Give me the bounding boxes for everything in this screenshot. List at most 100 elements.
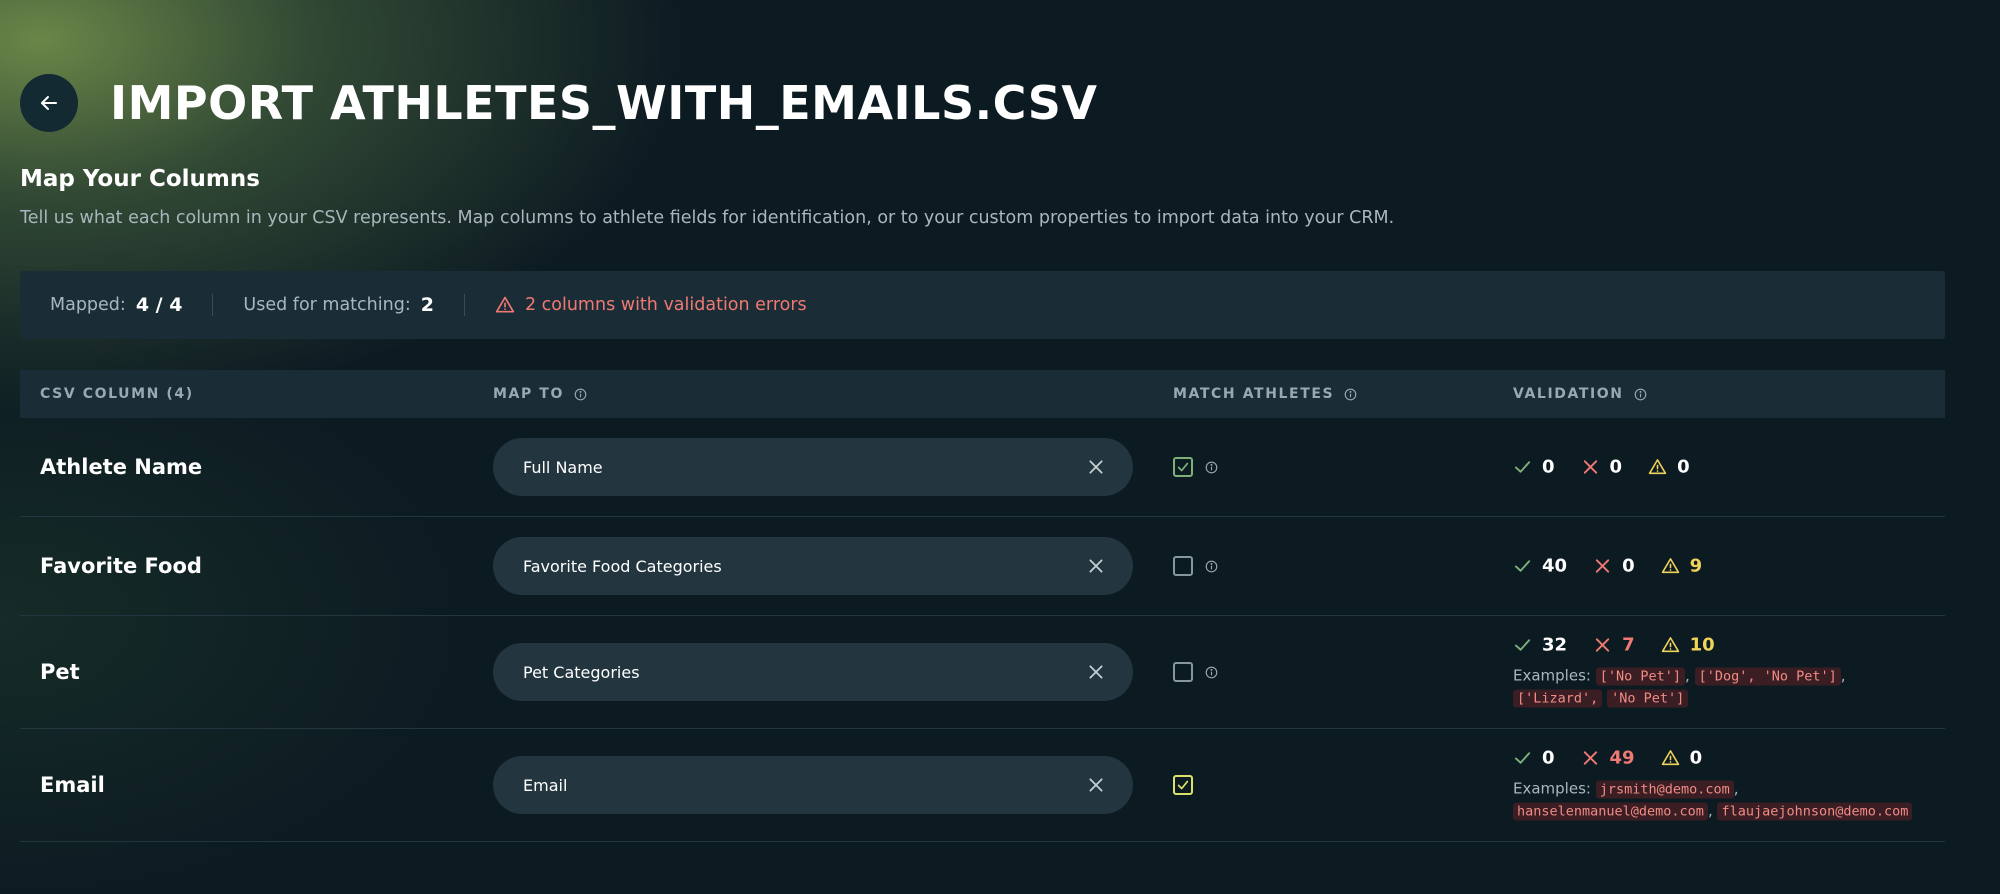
x-icon (1595, 638, 1610, 652)
divider (212, 294, 214, 316)
warning-count: 10 (1661, 635, 1715, 656)
example-value: ['Dog', 'No Pet'] (1694, 667, 1841, 686)
map-to-value: Favorite Food Categories (523, 556, 722, 576)
map-to-value: Email (523, 775, 568, 795)
match-athletes-cell (1173, 457, 1218, 477)
valid-count-value: 32 (1542, 634, 1568, 656)
warning-count-value: 0 (1689, 747, 1703, 769)
examples-label: Examples: (1513, 779, 1591, 798)
validation-cell: 40 0 9 (1513, 556, 1728, 577)
info-icon[interactable] (1205, 560, 1218, 573)
error-count-value: 7 (1622, 634, 1635, 656)
valid-count: 32 (1513, 635, 1567, 656)
close-icon[interactable] (1087, 458, 1105, 476)
csv-column-name: Pet (40, 660, 80, 684)
error-count: 7 (1593, 635, 1635, 656)
warning-triangle-icon (1648, 459, 1667, 475)
csv-column-name: Favorite Food (40, 554, 202, 578)
section-title: Map Your Columns (20, 166, 260, 192)
validation-examples: Examples: ['No Pet'], ['Dog', 'No Pet'],… (1513, 666, 1846, 708)
match-checkbox[interactable] (1173, 662, 1193, 682)
map-to-value: Full Name (523, 457, 603, 477)
example-value: hanselenmanuel@demo.com (1513, 802, 1708, 821)
match-checkbox[interactable] (1173, 775, 1193, 795)
match-checkbox[interactable] (1173, 556, 1193, 576)
info-icon[interactable] (1634, 388, 1647, 401)
close-icon[interactable] (1087, 557, 1105, 575)
matching-value: 2 (420, 294, 434, 316)
matching-summary: Used for matching: 2 (243, 294, 434, 316)
check-icon (1177, 780, 1189, 790)
arrow-left-icon (41, 96, 57, 110)
error-count-value: 49 (1609, 747, 1635, 769)
match-athletes-cell (1173, 662, 1218, 682)
validation-error-summary: 2 columns with validation errors (495, 295, 807, 315)
summary-bar: Mapped: 4 / 4 Used for matching: 2 2 col… (20, 271, 1945, 339)
valid-count: 0 (1513, 748, 1555, 769)
example-value: 'No Pet'] (1607, 689, 1689, 708)
info-icon[interactable] (574, 388, 587, 401)
header-label: VALIDATION (1513, 386, 1624, 402)
info-icon[interactable] (1205, 666, 1218, 679)
map-to-select[interactable]: Email (493, 756, 1133, 814)
map-to-select[interactable]: Full Name (493, 438, 1133, 496)
validation-counts: 32 7 10 (1513, 635, 1933, 656)
page-header: IMPORT ATHLETES_WITH_EMAILS.CSV (20, 74, 1097, 132)
valid-count-value: 0 (1542, 747, 1555, 769)
check-icon (1514, 752, 1531, 764)
examples-label: Examples: (1513, 666, 1591, 685)
warning-triangle-icon (1661, 637, 1679, 653)
warning-triangle-icon (495, 296, 515, 313)
mapping-table: CSV COLUMN (4) MAP TO MATCH ATHLETES VAL… (20, 370, 1945, 842)
csv-column-name: Athlete Name (40, 455, 203, 479)
warning-count-value: 10 (1689, 634, 1715, 656)
match-checkbox[interactable] (1173, 457, 1193, 477)
valid-count-value: 0 (1542, 456, 1555, 478)
warning-triangle-icon (1661, 750, 1679, 766)
example-value: ['No Pet'] (1595, 667, 1686, 686)
map-to-select[interactable]: Favorite Food Categories (493, 537, 1133, 595)
close-icon[interactable] (1087, 776, 1105, 794)
mapped-value: 4 / 4 (135, 294, 183, 316)
check-icon (1514, 461, 1531, 473)
x-icon (1583, 460, 1597, 474)
divider (463, 294, 465, 316)
table-row: Pet Pet Categories 32 7 10 Examples: ['N… (20, 616, 1945, 729)
table-row: Email Email 0 49 0 Examples: jrsmith@dem… (20, 729, 1945, 842)
validation-error-text: 2 columns with validation errors (524, 295, 807, 315)
error-count: 0 (1593, 556, 1635, 577)
csv-column-name: Email (40, 773, 105, 797)
match-athletes-cell (1173, 775, 1193, 795)
section-description: Tell us what each column in your CSV rep… (20, 208, 1395, 228)
close-icon[interactable] (1087, 663, 1105, 681)
error-count-value: 0 (1609, 456, 1623, 478)
match-athletes-cell (1173, 556, 1218, 576)
validation-counts: 0 0 0 (1513, 457, 1716, 478)
valid-count: 40 (1513, 556, 1567, 577)
x-icon (1595, 559, 1610, 573)
error-count: 49 (1581, 748, 1635, 769)
warning-count-value: 0 (1677, 456, 1690, 478)
validation-cell: 0 0 0 (1513, 457, 1716, 478)
table-header: CSV COLUMN (4) MAP TO MATCH ATHLETES VAL… (20, 370, 1945, 418)
header-match-athletes: MATCH ATHLETES (1173, 386, 1357, 402)
example-value: flaujaejohnson@demo.com (1717, 802, 1913, 821)
map-to-select[interactable]: Pet Categories (493, 643, 1133, 701)
mapped-summary: Mapped: 4 / 4 (50, 294, 182, 316)
back-button[interactable] (20, 74, 78, 132)
matching-label: Used for matching: (243, 295, 411, 315)
warning-count-value: 9 (1689, 555, 1703, 577)
check-icon (1514, 639, 1531, 651)
validation-cell: 0 49 0 Examples: jrsmith@demo.com, hanse… (1513, 748, 1933, 823)
example-value: ['Lizard', (1513, 689, 1603, 708)
valid-count: 0 (1513, 457, 1555, 478)
info-icon[interactable] (1205, 461, 1218, 474)
error-count: 0 (1581, 456, 1623, 478)
header-label: CSV COLUMN (4) (40, 386, 194, 402)
validation-counts: 0 49 0 (1513, 748, 1933, 769)
warning-count: 0 (1648, 457, 1690, 478)
info-icon[interactable] (1344, 388, 1357, 401)
warning-count: 0 (1661, 747, 1703, 769)
header-csv-column: CSV COLUMN (4) (40, 386, 194, 402)
header-map-to: MAP TO (493, 386, 587, 402)
